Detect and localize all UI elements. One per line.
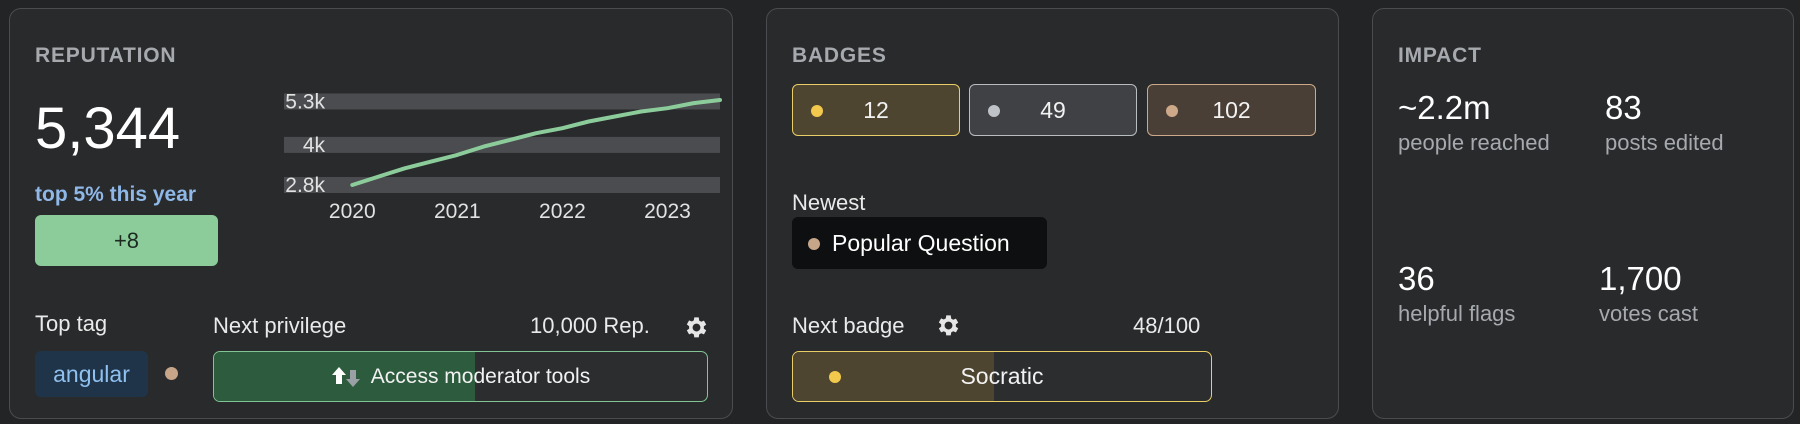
votes-cast-stat: 1,700 votes cast <box>1599 262 1698 327</box>
reputation-point <box>403 166 407 170</box>
y-gridband-2 <box>284 93 720 110</box>
gold-badge-value: 12 <box>863 96 889 123</box>
reputation-point <box>560 126 564 130</box>
reputation-point <box>508 138 512 142</box>
next-badge-label: Next badge <box>792 313 905 338</box>
people-reached-stat: ~2.2m people reached <box>1398 91 1550 156</box>
reputation-point <box>665 106 669 110</box>
y-tick-label: 5.3k <box>285 90 325 113</box>
helpful-flags-value: 36 <box>1398 260 1435 297</box>
reputation-point <box>534 131 538 135</box>
votes-cast-value: 1,700 <box>1599 260 1682 297</box>
people-reached-label: people reached <box>1398 130 1550 155</box>
x-tick-label: 2021 <box>434 200 481 223</box>
next-badge-name: Socratic <box>960 363 1044 389</box>
reputation-point <box>455 153 459 157</box>
posts-edited-value: 83 <box>1605 89 1642 126</box>
y-tick-label: 4k <box>303 134 326 157</box>
next-privilege-rep: 10,000 Rep. <box>530 313 650 338</box>
vote-arrows-icon <box>331 366 360 387</box>
newest-badge-label: Newest <box>792 190 866 215</box>
reputation-card: REPUTATION 5,344 top 5% this year +8 2.8… <box>9 8 733 419</box>
top-tag-label: Top tag <box>35 311 108 336</box>
posts-edited-label: posts edited <box>1605 130 1724 155</box>
bronze-badge-value: 102 <box>1212 96 1251 123</box>
helpful-flags-label: helpful flags <box>1398 301 1516 326</box>
reputation-point <box>587 120 591 124</box>
gold-badge-icon <box>811 105 823 117</box>
x-tick-label: 2023 <box>644 200 691 223</box>
silver-badge-icon <box>988 105 1000 117</box>
reputation-point <box>639 109 643 113</box>
reputation-rank: top 5% this year <box>35 183 197 206</box>
y-gridband-1 <box>284 136 720 153</box>
next-badge-progress[interactable]: Socratic <box>792 351 1212 402</box>
gear-icon[interactable] <box>682 314 709 341</box>
gear-icon[interactable] <box>934 312 961 339</box>
bronze-badge-icon <box>808 238 820 250</box>
gold-badge-count[interactable]: 12 <box>792 84 960 136</box>
reputation-point <box>613 115 617 119</box>
silver-badge-value: 49 <box>1040 96 1066 123</box>
reputation-point <box>377 175 381 179</box>
people-reached-value: ~2.2m <box>1398 89 1491 126</box>
next-privilege-progress[interactable]: Access moderator tools <box>213 351 708 402</box>
reputation-change-badge[interactable]: +8 <box>35 215 218 266</box>
reputation-point <box>692 101 696 105</box>
badges-card: BADGES 12 49 102 Newest Popular Question… <box>766 8 1339 419</box>
bronze-badge-count[interactable]: 102 <box>1147 84 1316 136</box>
reputation-point <box>482 145 486 149</box>
next-privilege-name: Access moderator tools <box>370 364 591 388</box>
reputation-point <box>429 160 433 164</box>
next-privilege-label: Next privilege <box>213 313 347 338</box>
badges-title: BADGES <box>792 44 887 67</box>
reputation-point <box>718 98 722 102</box>
reputation-point <box>350 183 354 187</box>
bronze-badge-icon <box>1166 105 1178 117</box>
next-badge-progress-text: 48/100 <box>1133 313 1201 338</box>
reputation-chart: 2.8k 4k 5.3k 2020 2021 2022 2023 <box>284 90 722 223</box>
votes-cast-label: votes cast <box>1599 301 1699 326</box>
x-tick-label: 2020 <box>329 200 376 223</box>
newest-badge-name: Popular Question <box>832 229 1010 256</box>
posts-edited-stat: 83 posts edited <box>1605 91 1724 156</box>
reputation-title: REPUTATION <box>35 44 177 67</box>
top-tag-chip[interactable]: angular <box>35 351 148 397</box>
newest-badge-chip[interactable]: Popular Question <box>792 217 1047 269</box>
x-tick-label: 2022 <box>539 200 586 223</box>
impact-card: IMPACT ~2.2m people reached 83 posts edi… <box>1372 8 1794 419</box>
y-tick-label: 2.8k <box>285 174 325 197</box>
tag-badge-dot <box>165 367 178 380</box>
silver-badge-count[interactable]: 49 <box>969 84 1137 136</box>
reputation-value: 5,344 <box>35 96 181 161</box>
impact-title: IMPACT <box>1398 44 1482 67</box>
helpful-flags-stat: 36 helpful flags <box>1398 262 1515 327</box>
y-gridband-0 <box>284 177 720 193</box>
